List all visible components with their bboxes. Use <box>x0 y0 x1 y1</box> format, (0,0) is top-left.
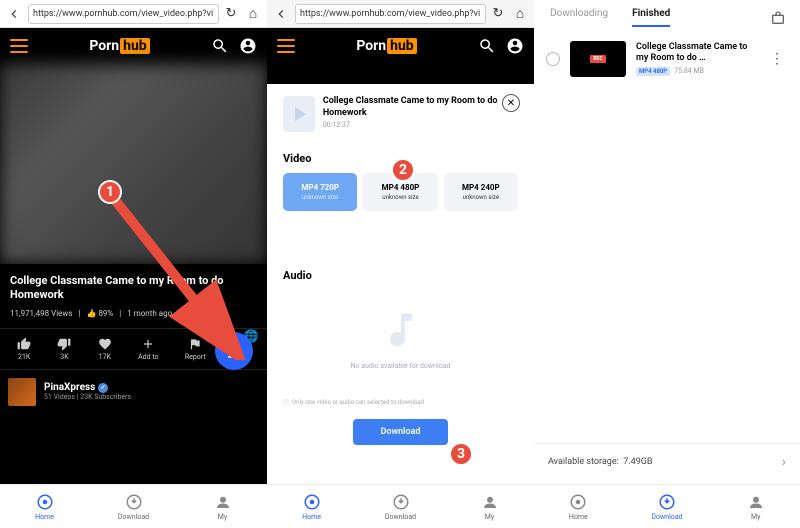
back-icon[interactable] <box>4 4 24 24</box>
nav-download[interactable]: Download <box>356 485 445 528</box>
channel-avatar <box>8 378 36 406</box>
size-text: 75.84 MB <box>674 67 704 75</box>
select-radio[interactable] <box>546 52 560 66</box>
nav-home[interactable]: Home <box>0 485 89 528</box>
dislike-button[interactable]: 3K <box>57 337 71 361</box>
callout-1: 1 <box>98 180 122 204</box>
account-icon[interactable] <box>239 37 257 55</box>
search-icon[interactable] <box>478 37 496 55</box>
url-input[interactable] <box>295 4 486 24</box>
callout-2: 2 <box>391 158 415 182</box>
url-input[interactable] <box>28 4 219 24</box>
tab-downloading[interactable]: Downloading <box>550 8 608 27</box>
channel-row[interactable]: PinaXpress✓ 51 Videos | 23K Subscribers <box>0 370 267 414</box>
nav-my[interactable]: My <box>178 485 267 528</box>
home-icon[interactable]: ⌂ <box>510 4 530 24</box>
audio-empty: No audio available for download <box>283 290 518 388</box>
home-icon[interactable]: ⌂ <box>243 4 263 24</box>
site-logo[interactable]: Pornhub <box>89 38 149 54</box>
channel-sub: 51 Videos | 23K Subscribers <box>44 393 131 401</box>
sheet-thumb <box>283 96 315 132</box>
nav-download[interactable]: Download <box>623 485 712 528</box>
sheet-note: ⓘOnly one video or audio can selected to… <box>283 398 518 407</box>
rec-badge: REC <box>590 55 605 63</box>
menu-icon[interactable] <box>277 39 295 53</box>
tab-finished[interactable]: Finished <box>632 8 670 27</box>
item-thumb: REC <box>570 41 626 77</box>
bottom-nav: Home Download My <box>267 484 534 528</box>
close-icon[interactable]: ✕ <box>502 94 520 112</box>
callout-arrow-1 <box>100 190 250 360</box>
bottom-nav: Home Download My <box>534 484 800 528</box>
reload-icon[interactable]: ↻ <box>223 6 239 22</box>
channel-name: PinaXpress✓ <box>44 382 131 393</box>
nav-my[interactable]: My <box>711 485 800 528</box>
menu-icon[interactable] <box>10 39 28 53</box>
site-logo[interactable]: Pornhub <box>356 38 416 54</box>
account-icon[interactable] <box>506 37 524 55</box>
music-icon <box>379 308 423 352</box>
address-bar: ↻ ⌂ <box>0 0 267 28</box>
download-sheet: ✕ College Classmate Came to my Room to d… <box>271 84 530 480</box>
search-icon[interactable] <box>211 37 229 55</box>
site-header: Pornhub <box>267 28 534 64</box>
format-badge: MP4 480P <box>636 67 670 76</box>
finished-item[interactable]: REC College Classmate Came to my Room to… <box>534 33 800 85</box>
storage-row[interactable]: Available storage: 7.49GB › <box>534 443 800 480</box>
more-icon[interactable]: ⋮ <box>766 47 788 71</box>
quality-240p[interactable]: MP4 240Punknown size <box>444 173 518 211</box>
sheet-duration: 00:12:37 <box>323 121 518 129</box>
item-title: College Classmate Came to my Room to do … <box>636 42 756 64</box>
like-button[interactable]: 21K <box>17 337 31 361</box>
nav-my[interactable]: My <box>445 485 534 528</box>
bottom-nav: Home Download My <box>0 484 267 528</box>
callout-3: 3 <box>449 442 473 466</box>
audio-section-label: Audio <box>283 269 518 282</box>
nav-home[interactable]: Home <box>267 485 356 528</box>
toolbox-icon[interactable] <box>770 10 786 30</box>
quality-720p[interactable]: MP4 720Punknown size <box>283 173 357 211</box>
sheet-title: College Classmate Came to my Room to do … <box>323 96 518 119</box>
download-tabs: Downloading Finished <box>534 0 800 27</box>
back-icon[interactable] <box>271 4 291 24</box>
chevron-right-icon: › <box>782 454 786 470</box>
verified-icon: ✓ <box>98 383 108 393</box>
address-bar: ↻ ⌂ <box>267 0 534 28</box>
nav-download[interactable]: Download <box>89 485 178 528</box>
download-button[interactable]: Download <box>353 419 449 445</box>
reload-icon[interactable]: ↻ <box>490 6 506 22</box>
nav-home[interactable]: Home <box>534 485 623 528</box>
site-header: Pornhub <box>0 28 267 64</box>
